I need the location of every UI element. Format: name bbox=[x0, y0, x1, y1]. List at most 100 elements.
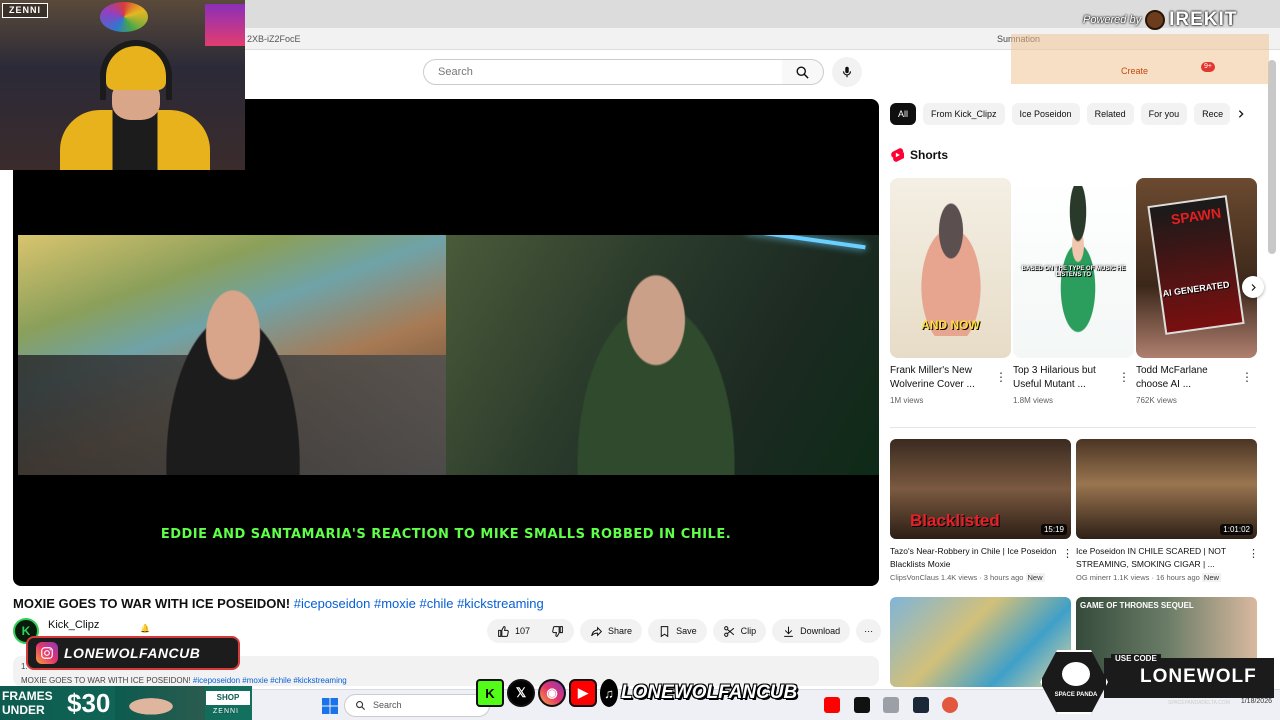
recommended-video-card[interactable]: Blacklisted 15:19 Tazo's Near-Robbery in… bbox=[890, 439, 1073, 582]
video-caption: EDDIE AND SANTAMARIA'S REACTION TO MIKE … bbox=[160, 527, 732, 542]
chip-ice-poseidon[interactable]: Ice Poseidon bbox=[1011, 103, 1080, 125]
bookmark-icon bbox=[660, 625, 669, 637]
microphone-icon bbox=[842, 66, 852, 78]
taskbar-search-label: Search bbox=[373, 700, 402, 710]
video-card-channel[interactable]: OG minerr bbox=[1076, 573, 1111, 582]
video-player[interactable]: EDDIE AND SANTAMARIA'S REACTION TO MIKE … bbox=[13, 99, 879, 586]
ad-line-1: FRAMES bbox=[2, 689, 53, 703]
shorts-next-button[interactable] bbox=[1242, 276, 1264, 298]
download-label: Download bbox=[800, 626, 841, 636]
video-actions: 107 Share Save Clip Download ⋯ bbox=[487, 619, 882, 643]
clip-label: Clip bbox=[740, 626, 757, 636]
zenni-ad-banner: FRAMES UNDER $30 SHOP NOW ZENNI bbox=[0, 686, 252, 720]
channel-name[interactable]: Kick_Clipz bbox=[48, 619, 99, 631]
share-button[interactable]: Share bbox=[580, 619, 643, 643]
subscribe-bell-icon[interactable]: 🔔 bbox=[140, 624, 174, 636]
thumbs-down-icon[interactable] bbox=[551, 625, 564, 638]
more-actions-button[interactable]: ⋯ bbox=[856, 619, 882, 643]
short-menu-button[interactable]: ⋮ bbox=[1241, 370, 1253, 384]
short-thumbnail[interactable]: SPAWN AI GENERATED bbox=[1136, 178, 1257, 358]
webcam-brand-logo: ZENNI bbox=[2, 3, 48, 18]
panda-icon bbox=[1062, 662, 1090, 686]
short-thumbnail[interactable]: BASED ON THE TYPE OF MUSIC HE LISTENS TO bbox=[1013, 178, 1134, 358]
youtube-taskbar-icon[interactable] bbox=[824, 697, 840, 713]
short-title[interactable]: Frank Miller's New Wolverine Cover ... bbox=[890, 364, 990, 392]
chips-next-button[interactable] bbox=[1232, 105, 1250, 123]
description-tags[interactable]: #iceposeidon #moxie #chile #kickstreamin… bbox=[193, 676, 347, 685]
new-badge: New bbox=[1025, 573, 1045, 582]
filter-chips: All From Kick_Clipz Ice Poseidon Related… bbox=[890, 103, 1231, 125]
promo-use-code: USE CODE bbox=[1111, 654, 1161, 663]
instagram-icon: ◉ bbox=[538, 679, 566, 707]
search-button[interactable] bbox=[782, 59, 824, 85]
chip-for-you[interactable]: For you bbox=[1140, 103, 1188, 125]
video-card-menu-button[interactable]: ⋮ bbox=[1248, 547, 1259, 560]
chevron-right-icon bbox=[1238, 110, 1244, 118]
obs-taskbar-icon[interactable] bbox=[942, 697, 958, 713]
chip-from-kick-clipz[interactable]: From Kick_Clipz bbox=[923, 103, 1005, 125]
video-duration: 15:19 bbox=[1040, 524, 1067, 535]
search-icon bbox=[356, 701, 366, 711]
clip-button[interactable]: Clip bbox=[712, 619, 767, 643]
page-scrollbar[interactable] bbox=[1268, 60, 1276, 254]
short-views: 762K views bbox=[1136, 396, 1177, 405]
new-badge: New bbox=[1201, 573, 1221, 582]
sponsor-logo: IREKIT bbox=[1169, 9, 1238, 30]
video-card-title[interactable]: Ice Poseidon IN CHILE SCARED | NOT STREA… bbox=[1076, 545, 1246, 571]
recommended-video-card[interactable]: 1:01:02 Ice Poseidon IN CHILE SCARED | N… bbox=[1076, 439, 1259, 582]
short-menu-button[interactable]: ⋮ bbox=[995, 370, 1007, 384]
short-card[interactable]: AND NOW Frank Miller's New Wolverine Cov… bbox=[890, 178, 1011, 405]
app-taskbar-icon[interactable] bbox=[883, 697, 899, 713]
promo-code: LONEWOLF bbox=[1140, 666, 1257, 687]
streamer-right bbox=[556, 260, 756, 475]
chip-related[interactable]: Related bbox=[1086, 103, 1134, 125]
social-handle-bar: K 𝕏 ◉ ▶ ♫ LONEWOLFANCUB bbox=[476, 676, 812, 710]
save-button[interactable]: Save bbox=[648, 619, 707, 643]
video-title: MOXIE GOES TO WAR WITH ICE POSEIDON! #ic… bbox=[13, 596, 544, 611]
powered-by-overlay: Powered by IREKIT bbox=[1083, 9, 1237, 31]
video-card-channel[interactable]: ClipsVonClaus bbox=[890, 573, 939, 582]
section-divider bbox=[890, 427, 1256, 428]
video-right-panel bbox=[446, 235, 879, 475]
bear-logo-icon bbox=[1145, 10, 1166, 30]
shorts-icon bbox=[891, 148, 904, 162]
short-thumbnail[interactable]: AND NOW bbox=[890, 178, 1011, 358]
short-card[interactable]: BASED ON THE TYPE OF MUSIC HE LISTENS TO… bbox=[1013, 178, 1134, 405]
header-actions-overlay: Create 9+ bbox=[1011, 34, 1269, 84]
taskbar-search[interactable]: Search bbox=[344, 694, 490, 717]
chevron-right-icon bbox=[1251, 283, 1256, 291]
webcam-overlay: ZENNI bbox=[0, 0, 245, 170]
video-left-panel bbox=[18, 235, 446, 475]
video-card-title[interactable]: Tazo's Near-Robbery in Chile | Ice Posei… bbox=[890, 545, 1060, 571]
like-button[interactable]: 107 bbox=[487, 619, 575, 643]
short-menu-button[interactable]: ⋮ bbox=[1118, 370, 1130, 384]
ad-brand: ZENNI bbox=[213, 708, 239, 715]
chip-all[interactable]: All bbox=[890, 103, 917, 125]
save-label: Save bbox=[676, 626, 697, 636]
voice-search-button[interactable] bbox=[832, 57, 862, 87]
screen: { "browser": { "url_fragment": "2XB-iZ2F… bbox=[0, 0, 1280, 720]
short-title[interactable]: Todd McFarlane choose AI ... bbox=[1136, 364, 1236, 392]
search-input[interactable]: Search bbox=[423, 59, 783, 85]
instagram-banner: LONEWOLFANCUB bbox=[26, 636, 240, 670]
shorts-title: Shorts bbox=[910, 148, 949, 162]
video-card-stats: 1.4K views · 3 hours ago bbox=[940, 573, 1024, 582]
short-title[interactable]: Top 3 Hilarious but Useful Mutant ... bbox=[1013, 364, 1113, 392]
download-button[interactable]: Download bbox=[772, 619, 851, 643]
video-thumbnail[interactable]: Blacklisted 15:19 bbox=[890, 439, 1071, 539]
chip-recent[interactable]: Rece bbox=[1194, 103, 1231, 125]
video-hashtags[interactable]: #iceposeidon #moxie #chile #kickstreamin… bbox=[294, 596, 544, 611]
promo-code-overlay: SPACE PANDA USE CODE LONEWOLF SPACEPANDA… bbox=[1038, 650, 1274, 714]
video-card-menu-button[interactable]: ⋮ bbox=[1062, 547, 1073, 560]
steam-taskbar-icon[interactable] bbox=[913, 697, 929, 713]
promo-site: SPACEPANDADELTA.COM bbox=[1168, 700, 1230, 706]
youtube-icon: ▶ bbox=[569, 679, 597, 707]
video-thumbnail[interactable]: 1:01:02 bbox=[1076, 439, 1257, 539]
create-button[interactable]: Create bbox=[1121, 66, 1148, 76]
windows-start-icon[interactable] bbox=[322, 698, 338, 714]
netflix-taskbar-icon[interactable] bbox=[854, 697, 870, 713]
instagram-icon bbox=[36, 642, 58, 664]
prize-wheel bbox=[100, 2, 148, 32]
more-actions-icon: ⋯ bbox=[864, 625, 874, 636]
short-card[interactable]: SPAWN AI GENERATED Todd McFarlane choose … bbox=[1136, 178, 1257, 405]
